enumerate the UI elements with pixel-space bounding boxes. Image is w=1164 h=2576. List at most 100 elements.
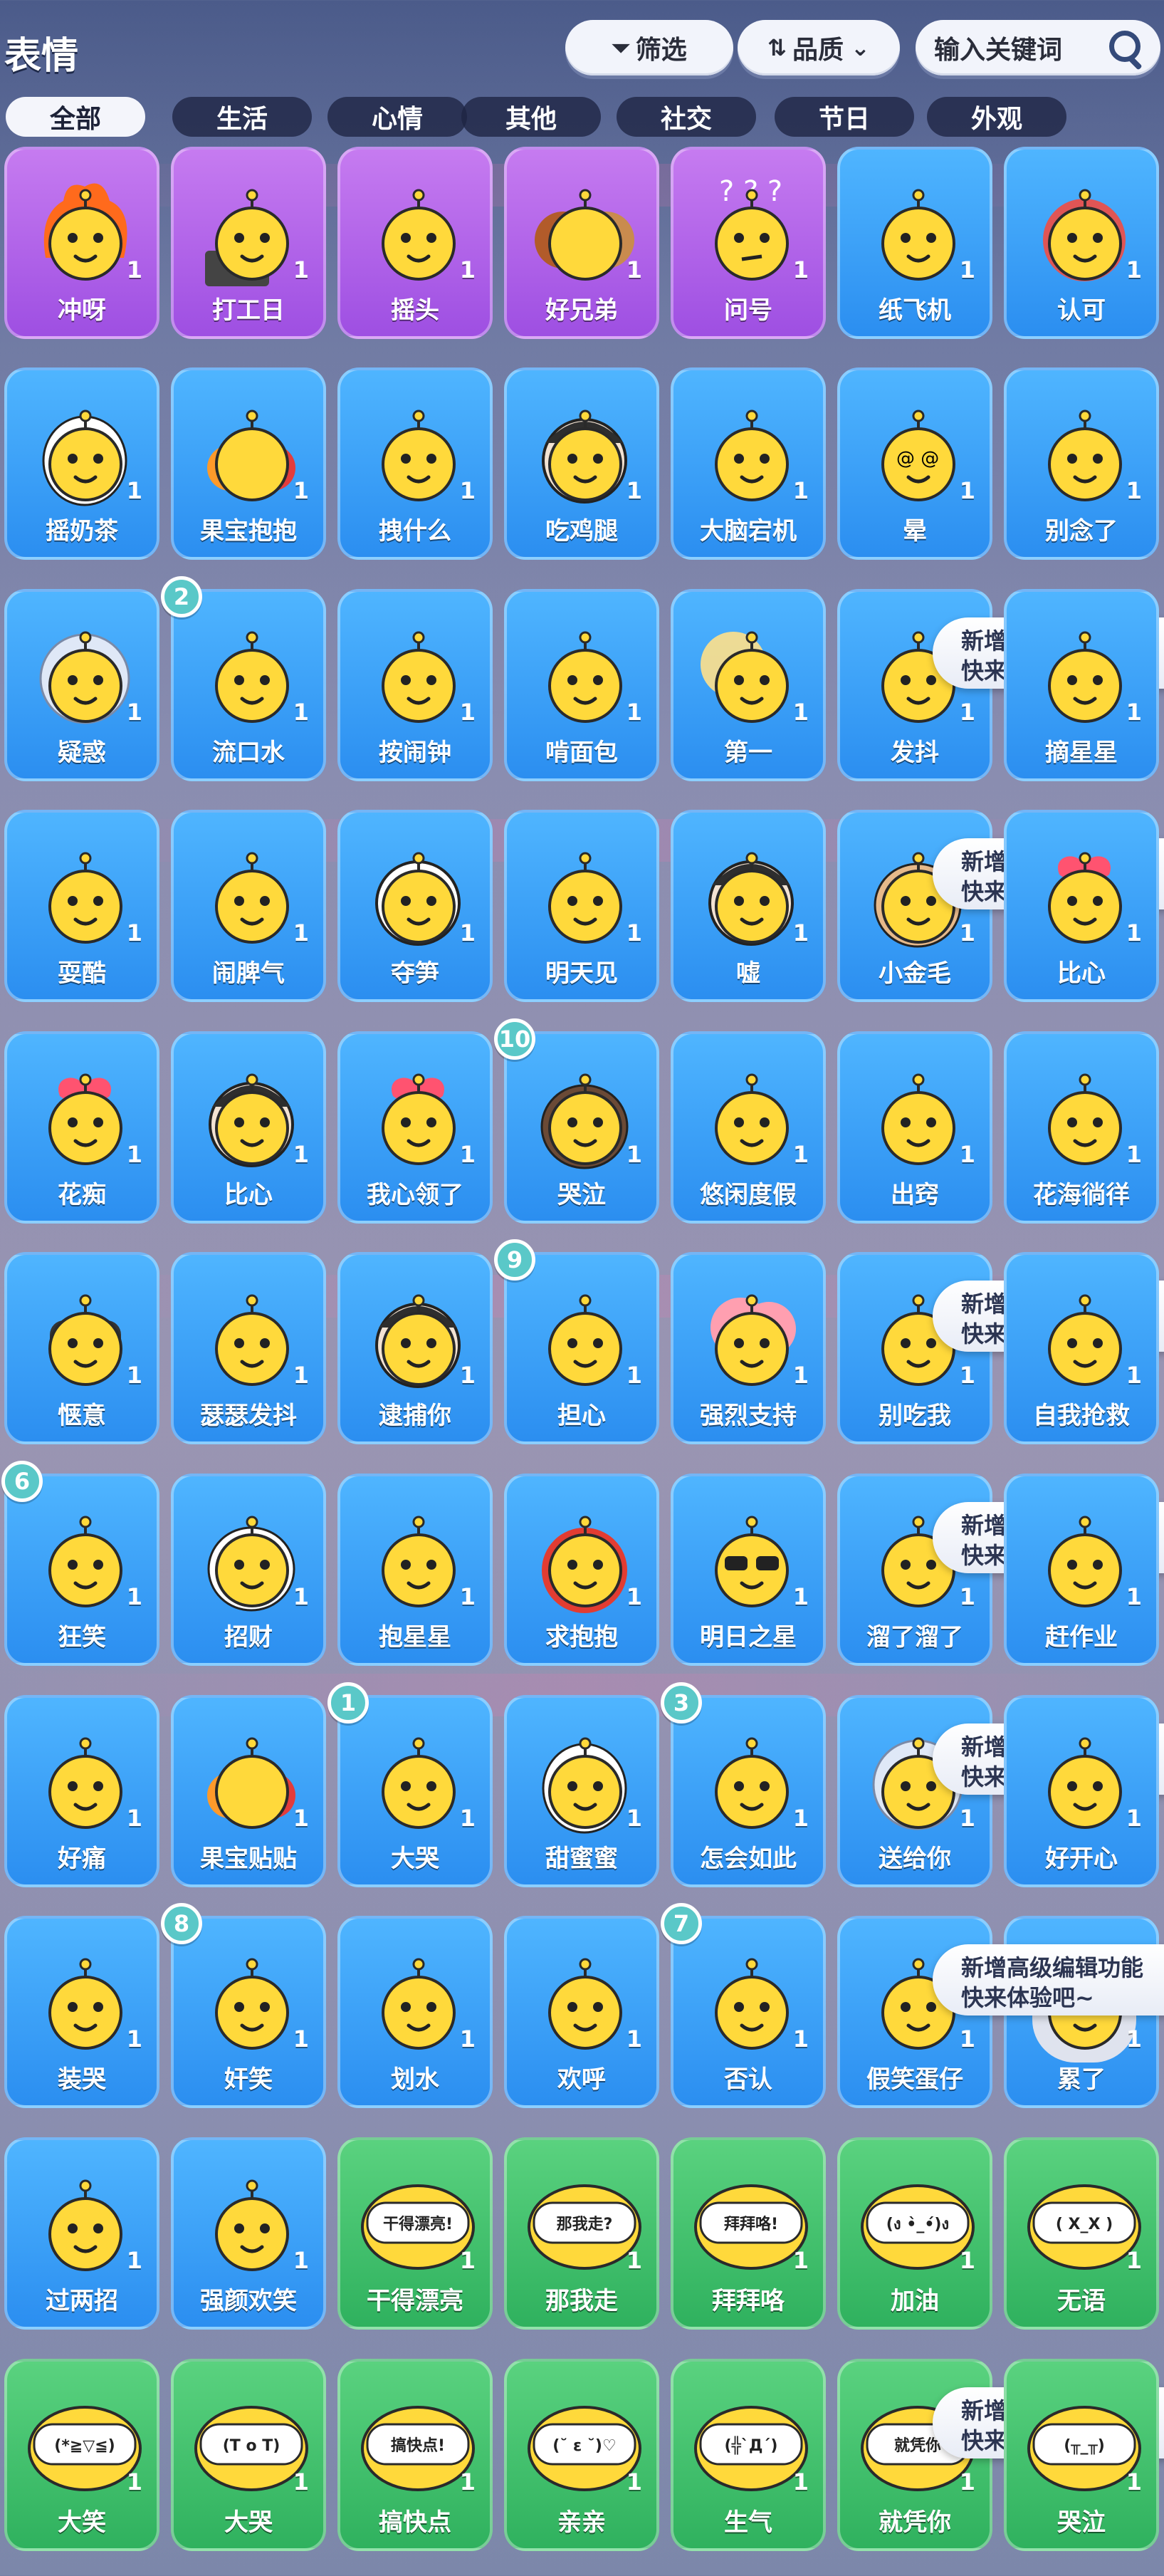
sticker-item[interactable]: 1 大哭 [337,1695,493,1887]
tab-5[interactable]: 节日 [775,97,914,137]
sticker-item[interactable]: 1 打工日 [171,147,326,339]
sticker-item[interactable]: 那我走? 1 那我走 [504,2137,659,2330]
sticker-item[interactable]: 1 别念了 [1004,367,1159,560]
sticker-count: 1 [959,2247,975,2274]
search-icon[interactable] [1105,28,1145,68]
sticker-label: 送给你 [879,1845,951,1873]
sticker-item[interactable]: 1 欢呼 [504,1916,659,2108]
sticker-item[interactable]: 搞快点! 1 搞快点 [337,2359,493,2551]
sticker-label: 啃面包 [545,739,618,767]
sticker-count: 1 [126,1805,142,1832]
sticker-item[interactable]: 1 好开心 [1004,1695,1159,1887]
sticker-item[interactable]: 1 耍酷 [4,810,159,1002]
sticker-item[interactable]: 1 惬意 [4,1252,159,1444]
sticker-item[interactable]: 1 悠闲度假 [671,1031,826,1224]
tab-6[interactable]: 外观 [927,97,1066,137]
sticker-item[interactable]: 1 划水 [337,1916,493,2108]
sticker-item[interactable]: 1 担心 [504,1252,659,1444]
sticker-item[interactable]: 1 好痛 [4,1695,159,1887]
sticker-item[interactable]: 1 果宝抱抱 [171,367,326,560]
sticker-label: 逮捕你 [379,1402,451,1430]
sticker-item[interactable]: 1 纸飞机 [837,147,992,339]
tab-1[interactable]: 生活 [172,97,312,137]
sticker-count: 1 [1126,256,1142,283]
sticker-item[interactable]: 1 摇奶茶 [4,367,159,560]
sticker-item[interactable]: (˘ ε ˘)♡ 1 亲亲 [504,2359,659,2551]
sticker-count: 1 [293,477,309,504]
sticker-item[interactable]: 1 花海徜徉 [1004,1031,1159,1224]
sticker-item[interactable]: 1 怎会如此 [671,1695,826,1887]
sticker-label: 求抱抱 [545,1623,618,1652]
sticker-label: 晕 [903,517,927,546]
feature-tooltip[interactable]: 新增高级编辑功能 快来体验吧~ [933,1944,1164,2016]
sticker-item[interactable]: 1 甜蜜蜜 [504,1695,659,1887]
sticker-item[interactable]: 1 好兄弟 [504,147,659,339]
sticker-item[interactable]: 1 夺笋 [337,810,493,1002]
sticker-item[interactable]: 1 我心领了 [337,1031,493,1224]
sticker-item[interactable]: @ @ 1 晕 [837,367,992,560]
tab-4[interactable]: 社交 [617,97,756,137]
sticker-item[interactable]: 干得漂亮! 1 干得漂亮 [337,2137,493,2330]
sticker-item[interactable]: 1 冲呀 [4,147,159,339]
sticker-item[interactable]: 拜拜咯! 1 拜拜咯 [671,2137,826,2330]
sticker-item[interactable]: 1 疑惑 [4,589,159,781]
sticker-item[interactable]: 1 比心 [1004,810,1159,1002]
sticker-item[interactable]: 1 过两招 [4,2137,159,2330]
sticker-item[interactable]: 1 花痴 [4,1031,159,1224]
sticker-count: 1 [959,1583,975,1610]
sticker-label: 耍酷 [58,959,106,988]
sticker-item[interactable]: 1 果宝贴贴 [171,1695,326,1887]
sticker-item[interactable]: (╥_╥) 1 哭泣 [1004,2359,1159,2551]
sticker-item[interactable]: 1 出窍 [837,1031,992,1224]
search-input[interactable]: 输入关键词 [916,20,1160,75]
sticker-label: 强烈支持 [700,1402,797,1430]
sticker-item[interactable]: 1 按闹钟 [337,589,493,781]
sticker-item[interactable]: 1 瑟瑟发抖 [171,1252,326,1444]
tab-2[interactable]: 心情 [327,97,467,137]
sticker-item[interactable]: 1 招财 [171,1474,326,1666]
sticker-label: 明日之星 [700,1623,797,1652]
sticker-item[interactable]: 1 闹脾气 [171,810,326,1002]
sticker-item[interactable]: 1 求抱抱 [504,1474,659,1666]
sticker-item[interactable]: 1 哭泣 [504,1031,659,1224]
sticker-item[interactable]: (T o T) 1 大哭 [171,2359,326,2551]
sticker-item[interactable]: 1 装哭 [4,1916,159,2108]
quality-sort-button[interactable]: ⇅ 品质 ⌄ [738,20,900,75]
sticker-label: 比心 [224,1181,273,1209]
sticker-label: 搞快点 [379,2508,451,2537]
sticker-item[interactable]: 1 拽什么 [337,367,493,560]
sticker-item[interactable]: 1 啃面包 [504,589,659,781]
sticker-count: 1 [959,2025,975,2053]
sticker-item[interactable]: 1 吃鸡腿 [504,367,659,560]
sticker-item[interactable]: 1 否认 [671,1916,826,2108]
sticker-item[interactable]: 1 摘星星 [1004,589,1159,781]
sticker-item[interactable]: 1 抱星星 [337,1474,493,1666]
sticker-item[interactable]: 1 狂笑 [4,1474,159,1666]
sticker-item[interactable]: 1 流口水 [171,589,326,781]
tab-0[interactable]: 全部 [6,97,145,137]
sticker-item[interactable]: 1 第一 [671,589,826,781]
sticker-item[interactable]: (*≧▽≦) 1 大笑 [4,2359,159,2551]
sticker-item[interactable]: 1 自我抢救 [1004,1252,1159,1444]
sticker-item[interactable]: 1 认可 [1004,147,1159,339]
sticker-item[interactable]: ? ? ? 1问号 [671,147,826,339]
sticker-item[interactable]: 1 大脑宕机 [671,367,826,560]
sticker-item[interactable]: (ง •̀_•́)ง 1 加油 [837,2137,992,2330]
sticker-bubble-text: 干得漂亮! [383,2215,453,2233]
sticker-item[interactable]: (╬`Д´) 1 生气 [671,2359,826,2551]
new-count-badge: 6 [1,1461,43,1502]
sticker-item[interactable]: 1 比心 [171,1031,326,1224]
sticker-item[interactable]: 1 奸笑 [171,1916,326,2108]
sticker-item[interactable]: 1 强颜欢笑 [171,2137,326,2330]
sticker-item[interactable]: 1 摇头 [337,147,493,339]
filter-button[interactable]: ⏷ 筛选 [565,20,733,75]
sticker-count: 1 [792,919,809,947]
tab-3[interactable]: 其他 [461,97,601,137]
sticker-item[interactable]: 1 明天见 [504,810,659,1002]
sticker-item[interactable]: 1嘘 [671,810,826,1002]
sticker-item[interactable]: 1 强烈支持 [671,1252,826,1444]
sticker-item[interactable]: ( X_X ) 1 无语 [1004,2137,1159,2330]
sticker-item[interactable]: 1 逮捕你 [337,1252,493,1444]
sticker-item[interactable]: 1 明日之星 [671,1474,826,1666]
sticker-item[interactable]: 1 赶作业 [1004,1474,1159,1666]
